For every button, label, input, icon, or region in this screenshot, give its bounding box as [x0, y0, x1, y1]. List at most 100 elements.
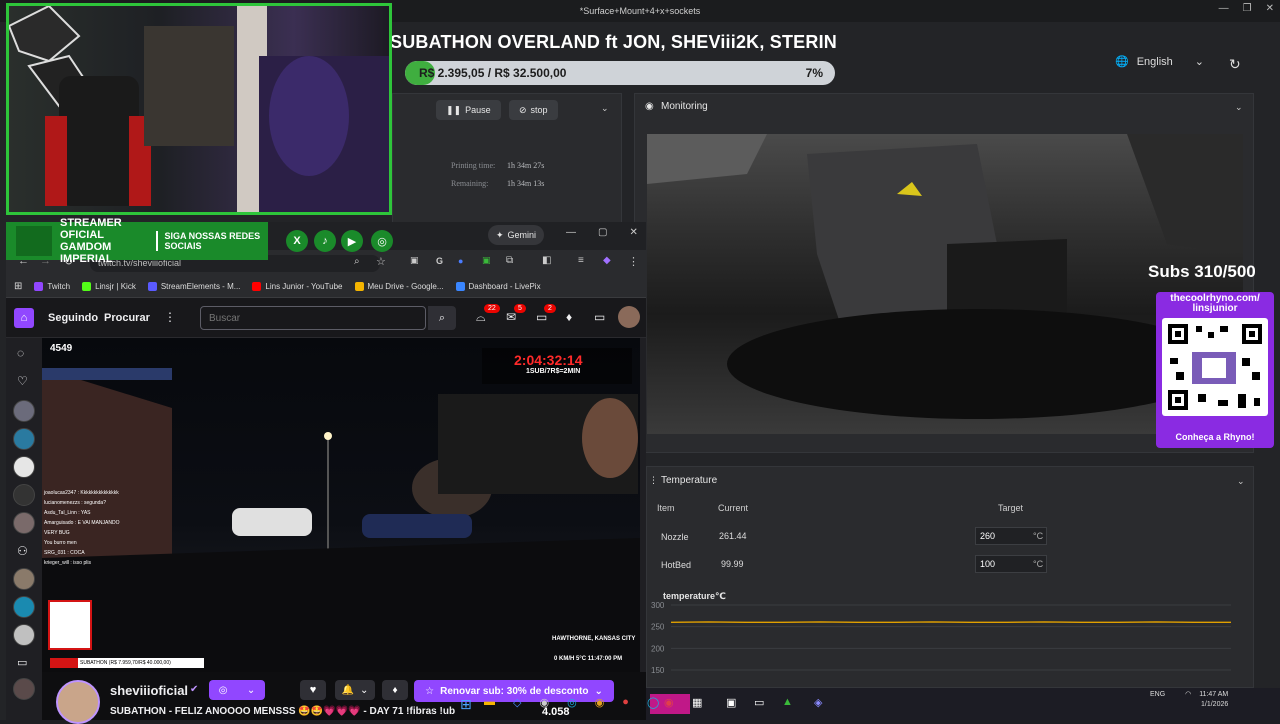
chevron-down-icon[interactable]: ⌄: [601, 103, 609, 114]
gift-sub-button[interactable]: ♦: [382, 680, 408, 700]
hype-train-button[interactable]: ◎ ⌄: [209, 680, 265, 700]
gemini-label: Gemini: [508, 230, 537, 240]
app-icon[interactable]: ●: [622, 696, 629, 709]
more-icon[interactable]: ⋮: [164, 310, 176, 324]
bookmark-kick[interactable]: Linsjr | Kick: [82, 282, 136, 291]
channel-avatar[interactable]: [13, 678, 35, 700]
chat-line: You burro men: [44, 538, 154, 548]
pause-button[interactable]: ❚❚ Pause: [436, 100, 501, 120]
gemini-button[interactable]: ✦ Gemini: [488, 225, 544, 245]
clock-date[interactable]: 1/1/2026: [1201, 701, 1228, 708]
twitch-search-input[interactable]: [200, 306, 426, 330]
wifi-icon[interactable]: ◠: [1185, 691, 1191, 698]
mail-badge: 5: [514, 304, 526, 313]
bookmark-youtube[interactable]: Lins Junior - YouTube: [252, 282, 342, 291]
apps-icon[interactable]: ⊞: [14, 281, 22, 292]
close-button[interactable]: ✕: [1266, 3, 1274, 14]
instagram-icon: ◎: [371, 230, 393, 252]
crown-icon[interactable]: ♦: [566, 310, 572, 324]
row-hotbed-label: HotBed: [661, 560, 691, 570]
stop-button[interactable]: ⊘ stop: [509, 100, 558, 120]
heart-icon[interactable]: ♡: [17, 374, 28, 388]
search-icon[interactable]: ⌕: [428, 306, 456, 330]
nozzle-unit: °C: [1033, 531, 1043, 541]
subathon-timer: 2:04:32:14: [514, 352, 583, 368]
extension-green-icon[interactable]: ▣: [482, 255, 491, 266]
puzzle-icon[interactable]: ⧉: [506, 255, 513, 266]
chart-y-tick-label: 200: [651, 644, 665, 653]
channel-avatar[interactable]: [13, 512, 35, 534]
clock-time[interactable]: 11:47 AM: [1199, 691, 1228, 698]
app-icon[interactable]: ◯: [647, 696, 659, 709]
bookmark-livepix[interactable]: Dashboard - LivePix: [456, 282, 541, 291]
star-icon[interactable]: ☆: [376, 255, 386, 268]
stop-label: stop: [531, 105, 548, 115]
nav-seguindo[interactable]: Seguindo: [48, 312, 98, 324]
chevron-down-icon: ⌄: [594, 686, 602, 697]
channel-avatar[interactable]: [13, 456, 35, 478]
globe-icon: 🌐: [1115, 55, 1129, 68]
close-button[interactable]: ✕: [629, 227, 637, 238]
bookmark-drive[interactable]: Meu Drive - Google...: [355, 282, 444, 291]
user-avatar[interactable]: [618, 306, 640, 328]
camera-icon: ◉: [645, 101, 654, 112]
side-panel-icon[interactable]: ◧: [542, 255, 551, 266]
location-text: HAWTHORNE, KANSAS CITY: [552, 636, 635, 642]
profile-icon[interactable]: ◆: [603, 255, 611, 266]
maximize-button[interactable]: ▢: [598, 227, 607, 238]
chevron-down-icon[interactable]: ⌄: [1237, 476, 1245, 487]
channel-name[interactable]: sheviiioficial: [110, 683, 188, 698]
media-icon[interactable]: ≡: [578, 255, 584, 266]
app-icon[interactable]: ◇: [513, 696, 521, 709]
extension-icon[interactable]: ▣: [410, 255, 419, 266]
input-language[interactable]: ENG: [1150, 691, 1165, 698]
language-select[interactable]: 🌐 English ⌄: [1115, 55, 1204, 68]
channel-avatar[interactable]: [13, 596, 35, 618]
extension-circle-icon[interactable]: ●: [458, 256, 463, 266]
file-explorer-icon[interactable]: ▬: [484, 696, 495, 709]
video-icon[interactable]: ▭: [17, 656, 27, 669]
stop-icon: ⊘: [519, 105, 527, 116]
twitch-logo-icon[interactable]: ⌂: [14, 308, 34, 328]
add-friend-icon[interactable]: ⚇: [17, 544, 28, 558]
webcam-scene: [9, 6, 389, 212]
minimize-button[interactable]: —: [1219, 3, 1229, 14]
timer-rate: 1SUB/7R$=2MIN: [526, 368, 580, 375]
channel-avatar[interactable]: [56, 680, 100, 724]
channel-avatar[interactable]: [13, 484, 35, 506]
channel-avatar[interactable]: [13, 568, 35, 590]
channel-avatar[interactable]: [13, 624, 35, 646]
discord-icon[interactable]: ◈: [814, 696, 822, 709]
maximize-button[interactable]: ❐: [1243, 3, 1252, 14]
nav-procurar[interactable]: Procurar: [104, 312, 150, 324]
col-current: Current: [718, 503, 748, 513]
follow-button[interactable]: ♥: [300, 680, 326, 700]
channel-avatar[interactable]: [13, 400, 35, 422]
bookmark-streamelements[interactable]: StreamElements - M...: [148, 282, 241, 291]
app-icon[interactable]: ▲: [782, 696, 793, 708]
mail-icon[interactable]: ✉: [506, 310, 516, 324]
notifications-button[interactable]: 🔔 ⌄: [335, 680, 375, 700]
monitoring-title: Monitoring: [661, 101, 708, 112]
zoom-icon[interactable]: ⌕: [354, 256, 360, 267]
ticket-icon[interactable]: ▭: [594, 310, 605, 324]
chevron-down-icon[interactable]: ⌄: [1235, 102, 1243, 113]
chat-line: lucianomenezzs : segunda?: [44, 498, 154, 508]
row-nozzle-current: 261.44: [719, 531, 747, 541]
minimize-button[interactable]: —: [566, 227, 576, 238]
terminal-icon[interactable]: ▭: [754, 696, 764, 709]
app-icon[interactable]: ▣: [726, 696, 736, 709]
bookmark-twitch[interactable]: Twitch: [34, 282, 70, 291]
channel-avatar[interactable]: [13, 428, 35, 450]
windows-start-icon[interactable]: ⊞: [460, 696, 472, 713]
inbox-icon[interactable]: ⌓: [476, 310, 486, 325]
chrome-icon[interactable]: ◉: [595, 696, 605, 709]
row-nozzle-label: Nozzle: [661, 532, 689, 542]
app-icon[interactable]: ◉: [664, 696, 674, 709]
video-player[interactable]: 4549 2:04:32:14 1SUB/7R$=2MIN joaolucas2…: [42, 338, 640, 672]
extension-g-icon[interactable]: G: [436, 256, 443, 266]
more-icon[interactable]: ⋮: [628, 255, 639, 268]
collapse-icon[interactable]: ◌: [17, 346, 24, 360]
refresh-icon[interactable]: ↻: [1229, 56, 1241, 73]
app-icon[interactable]: ▦: [692, 696, 702, 709]
